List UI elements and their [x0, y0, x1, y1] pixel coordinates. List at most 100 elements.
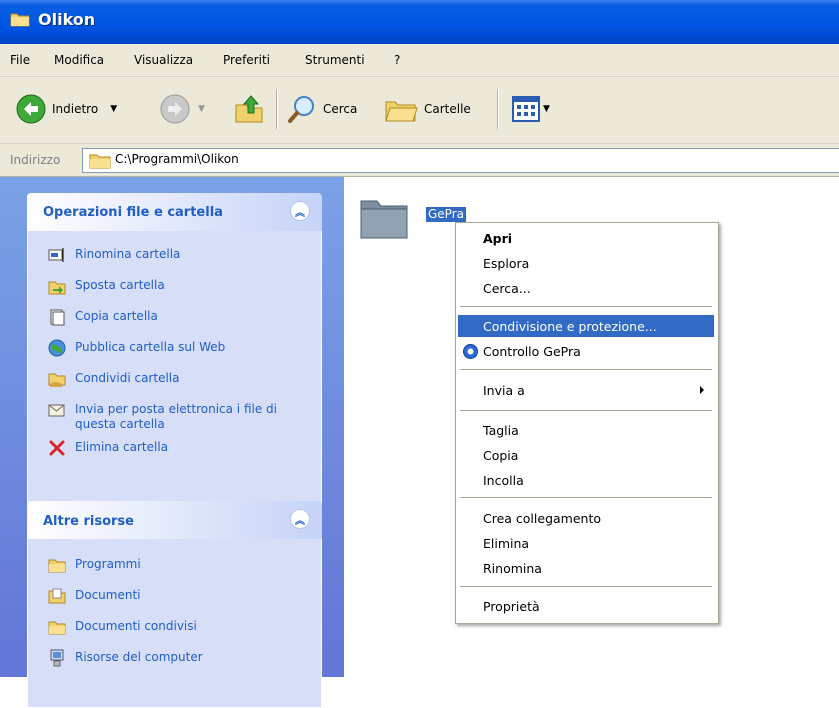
collapse-icon[interactable]: ︽: [290, 509, 310, 529]
task-email-files[interactable]: Invia per posta elettronica i file di qu…: [28, 402, 321, 432]
menu-item-sharing[interactable]: Condivisione e protezione...: [458, 315, 714, 337]
panel-header[interactable]: Operazioni file e cartella ︽: [27, 193, 322, 231]
menu-item-label: Rinomina: [483, 561, 542, 576]
collapse-icon[interactable]: ︽: [290, 201, 310, 221]
menu-file[interactable]: File: [10, 53, 30, 67]
panel-body: Rinomina cartella Sposta cartella Copia …: [27, 231, 322, 513]
place-label: Risorse del computer: [75, 650, 203, 664]
task-copy-folder[interactable]: Copia cartella: [28, 309, 321, 326]
menu-item-label: Incolla: [483, 473, 524, 488]
place-documenti[interactable]: Documenti: [28, 588, 321, 605]
folder-icon: [48, 621, 66, 635]
menu-item-label: Condivisione e protezione...: [483, 319, 657, 334]
task-label: Elimina cartella: [75, 440, 169, 454]
menu-item-open[interactable]: Apri: [458, 227, 714, 249]
task-rename-folder[interactable]: Rinomina cartella: [28, 247, 321, 264]
address-path: C:\Programmi\Olikon: [115, 152, 239, 166]
address-label: Indirizzo: [10, 153, 61, 167]
menu-item-properties[interactable]: Proprietà: [458, 595, 714, 617]
task-label: Invia per posta elettronica i file di qu…: [75, 402, 277, 431]
menu-strumenti[interactable]: Strumenti: [305, 53, 365, 67]
publish-web-icon: [48, 339, 66, 357]
task-delete-folder[interactable]: Elimina cartella: [28, 440, 321, 457]
menu-item-label: Apri: [483, 231, 513, 246]
back-dropdown-icon[interactable]: ▼: [110, 104, 117, 114]
menu-modifica[interactable]: Modifica: [54, 53, 104, 67]
folder-icon: [10, 13, 30, 27]
menu-item-rename[interactable]: Rinomina: [458, 557, 714, 579]
menu-separator: [460, 586, 712, 587]
address-input[interactable]: C:\Programmi\Olikon: [82, 148, 839, 173]
panel-body: Programmi Documenti Documenti condivisi …: [27, 539, 322, 708]
views-icon: [512, 96, 540, 122]
menu-item-send-to[interactable]: Invia a: [458, 379, 714, 401]
menu-separator: [460, 497, 712, 498]
panel-title: Altre risorse: [43, 514, 134, 529]
computer-icon: [50, 649, 64, 667]
menu-item-label: Copia: [483, 448, 519, 463]
menu-item-label: Elimina: [483, 536, 530, 551]
task-label: Rinomina cartella: [75, 247, 181, 261]
place-label: Documenti condivisi: [75, 619, 197, 633]
task-move-folder[interactable]: Sposta cartella: [28, 278, 321, 295]
menu-item-create-shortcut[interactable]: Crea collegamento: [458, 507, 714, 529]
forward-arrow-icon: [160, 94, 190, 124]
folder-icon[interactable]: [359, 193, 409, 241]
folder-name-label[interactable]: GePra: [426, 207, 466, 222]
menu-preferiti[interactable]: Preferiti: [223, 53, 270, 67]
task-label: Copia cartella: [75, 309, 158, 323]
menu-item-delete[interactable]: Elimina: [458, 532, 714, 554]
menu-separator: [460, 410, 712, 411]
views-dropdown-icon[interactable]: ▼: [543, 104, 550, 114]
folders-button[interactable]: Cartelle: [384, 94, 471, 124]
forward-dropdown-icon[interactable]: ▼: [198, 104, 205, 114]
menu-separator: [460, 369, 712, 370]
file-folder-tasks-panel: Operazioni file e cartella ︽ Rinomina ca…: [27, 193, 322, 513]
search-icon: [288, 96, 314, 123]
task-share-folder[interactable]: Condividi cartella: [28, 371, 321, 388]
place-documenti-condivisi[interactable]: Documenti condivisi: [28, 619, 321, 636]
back-label: Indietro: [52, 102, 99, 116]
menu-item-cut[interactable]: Taglia: [458, 419, 714, 441]
title-bar[interactable]: Olikon: [0, 0, 839, 44]
address-bar: Indirizzo C:\Programmi\Olikon: [0, 144, 839, 177]
context-menu: Apri Esplora Cerca... Condivisione e pro…: [455, 222, 719, 624]
menu-item-gepra-control[interactable]: Controllo GePra: [458, 340, 714, 362]
place-label: Programmi: [75, 557, 141, 571]
place-label: Documenti: [75, 588, 141, 602]
menu-visualizza[interactable]: Visualizza: [134, 53, 193, 67]
forward-button[interactable]: ▼: [160, 94, 205, 124]
views-button[interactable]: ▼: [512, 96, 550, 122]
menu-bar: File Modifica Visualizza Preferiti Strum…: [0, 44, 839, 77]
menu-item-search[interactable]: Cerca...: [458, 277, 714, 299]
menu-item-label: Proprietà: [483, 599, 540, 614]
window-title: Olikon: [38, 10, 96, 29]
menu-item-copy[interactable]: Copia: [458, 444, 714, 466]
search-button[interactable]: Cerca: [287, 94, 357, 124]
place-risorse-computer[interactable]: Risorse del computer: [28, 649, 321, 667]
back-button[interactable]: Indietro ▼: [16, 94, 117, 124]
delete-icon: [49, 440, 65, 456]
menu-item-label: Controllo GePra: [483, 344, 581, 359]
menu-item-label: Crea collegamento: [483, 511, 602, 526]
move-icon: [48, 281, 66, 295]
place-programmi[interactable]: Programmi: [28, 557, 321, 574]
rename-icon: [48, 248, 64, 262]
folders-icon: [385, 101, 418, 122]
folder-up-icon[interactable]: [233, 93, 265, 125]
task-label: Condividi cartella: [75, 371, 180, 385]
panel-header[interactable]: Altre risorse ︽: [27, 501, 322, 539]
menu-help[interactable]: ?: [394, 53, 400, 67]
share-icon: [48, 373, 66, 387]
copy-icon: [50, 309, 65, 326]
submenu-arrow-icon: [700, 386, 704, 394]
task-label: Pubblica cartella sul Web: [75, 340, 226, 354]
documents-icon: [48, 588, 66, 604]
menu-item-label: Invia a: [483, 383, 525, 398]
menu-item-paste[interactable]: Incolla: [458, 469, 714, 491]
task-publish-web[interactable]: Pubblica cartella sul Web: [28, 339, 321, 357]
search-label: Cerca: [323, 102, 358, 116]
menu-item-explore[interactable]: Esplora: [458, 252, 714, 274]
menu-item-label: Taglia: [483, 423, 519, 438]
toolbar: Indietro ▼ ▼ Cerca Cartelle ▼: [0, 77, 839, 144]
